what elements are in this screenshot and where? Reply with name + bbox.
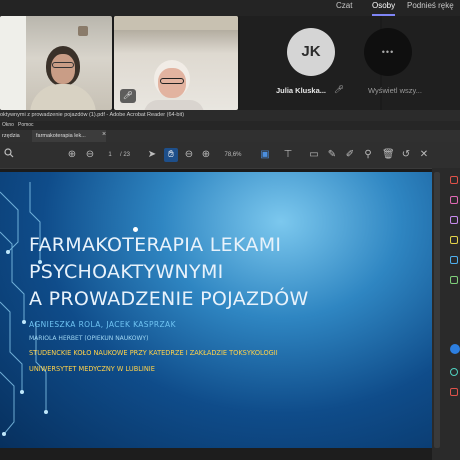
page-up-icon[interactable]: ⊕ — [66, 148, 78, 162]
close-toolbar-icon[interactable]: ✕ — [418, 148, 430, 162]
stamp-icon[interactable]: ⚲ — [362, 148, 374, 162]
participant-name: Julia Kluska... — [276, 86, 327, 95]
slide-authors: Agnieszka Rola, Jacek Kasprzak — [29, 320, 176, 329]
tab-raise-hand[interactable]: Podnieś rękę — [407, 0, 454, 14]
delete-icon[interactable]: 🗑︎ — [382, 148, 395, 162]
tab-people[interactable]: Osoby — [372, 0, 396, 16]
right-tools-panel — [432, 168, 460, 460]
select-cursor-icon[interactable]: ➤ — [146, 148, 158, 162]
glasses — [160, 78, 184, 84]
video-tile-participant-1[interactable] — [0, 16, 112, 110]
organize-pages-icon[interactable] — [450, 276, 458, 284]
wall-picture — [78, 26, 88, 36]
draw-icon[interactable]: ✐ — [344, 148, 356, 162]
mouse-cursor — [133, 227, 138, 232]
edit-pdf-icon[interactable] — [450, 196, 458, 204]
combine-files-icon[interactable] — [450, 256, 458, 264]
close-tab-icon[interactable]: × — [102, 131, 106, 138]
slide-title-line-2: psychoaktywnymi — [29, 261, 224, 283]
vertical-scrollbar[interactable] — [434, 172, 440, 448]
highlight-pen-icon[interactable]: ✎ — [326, 148, 338, 162]
avatar: JK — [287, 28, 335, 76]
zoom-level-select[interactable]: 78,6% — [220, 148, 246, 162]
comment-icon[interactable]: ▭ — [308, 148, 320, 162]
page-total: / 23 — [119, 152, 130, 158]
tab-document[interactable]: farmakoterapia lek... — [32, 130, 106, 142]
fill-sign-icon[interactable] — [450, 388, 458, 396]
more-icon: ••• — [364, 28, 412, 76]
video-tile-participant-2[interactable]: 🎤︎ — [114, 16, 238, 110]
tab-tools[interactable]: rzędzia — [0, 130, 32, 142]
window-light — [0, 16, 26, 110]
protect-icon[interactable] — [450, 368, 458, 376]
menu-bar — [0, 121, 460, 130]
ceiling — [114, 16, 238, 30]
view-all-label: Wyświetl wszy... — [368, 86, 422, 95]
person-clothes — [144, 100, 204, 110]
slide-university: Uniwersytet Medyczny w Lublinie — [29, 365, 155, 373]
page-number-field[interactable]: 1 — [106, 148, 114, 162]
export-pdf-icon[interactable] — [450, 176, 458, 184]
page-down-icon[interactable]: ⊖ — [84, 148, 96, 162]
slide-supervisor: Mariola Herbet (opiekun naukowy) — [29, 335, 149, 342]
pdf-page-slide: Farmakoterapia lekami psychoaktywnymi a … — [0, 172, 432, 448]
glasses — [52, 62, 74, 68]
person-sweater — [30, 84, 96, 110]
slide-title-line-3: a prowadzenie pojazdów — [29, 288, 309, 310]
comment-tool-icon[interactable] — [450, 236, 458, 244]
slide-research-circle: Studenckie Koło Naukowe przy Katedrze i … — [29, 349, 278, 357]
print-icon[interactable]: ⊤ — [282, 148, 294, 162]
zoom-out-icon[interactable]: ⊖ — [183, 148, 195, 162]
fit-page-icon[interactable]: ▣ — [258, 148, 272, 162]
toggle-icon[interactable] — [450, 344, 460, 354]
tab-chat[interactable]: Czat — [336, 0, 352, 14]
undo-icon[interactable]: ↺ — [400, 148, 412, 162]
menu-window[interactable]: Okno — [2, 121, 14, 130]
bottom-bar — [0, 448, 432, 460]
participant-tile-jk[interactable]: JK Julia Kluska... 🎤︎ — [240, 16, 380, 110]
hand-tool-icon[interactable]: ✋︎ — [164, 148, 178, 162]
mic-muted-icon: 🎤︎ — [120, 89, 136, 103]
person-face — [51, 54, 75, 84]
menu-help[interactable]: Pomoc — [18, 121, 34, 130]
search-icon[interactable] — [3, 148, 15, 162]
create-pdf-icon[interactable] — [450, 216, 458, 224]
zoom-in-icon[interactable]: ⊕ — [200, 148, 212, 162]
mic-muted-icon: 🎤︎ — [334, 85, 345, 94]
slide-title-line-1: Farmakoterapia lekami — [29, 234, 282, 256]
view-all-tile[interactable]: ••• Wyświetl wszy... — [364, 16, 460, 110]
window-title: oktywnymi z prowadzenie pojazdów (1).pdf… — [0, 110, 460, 121]
